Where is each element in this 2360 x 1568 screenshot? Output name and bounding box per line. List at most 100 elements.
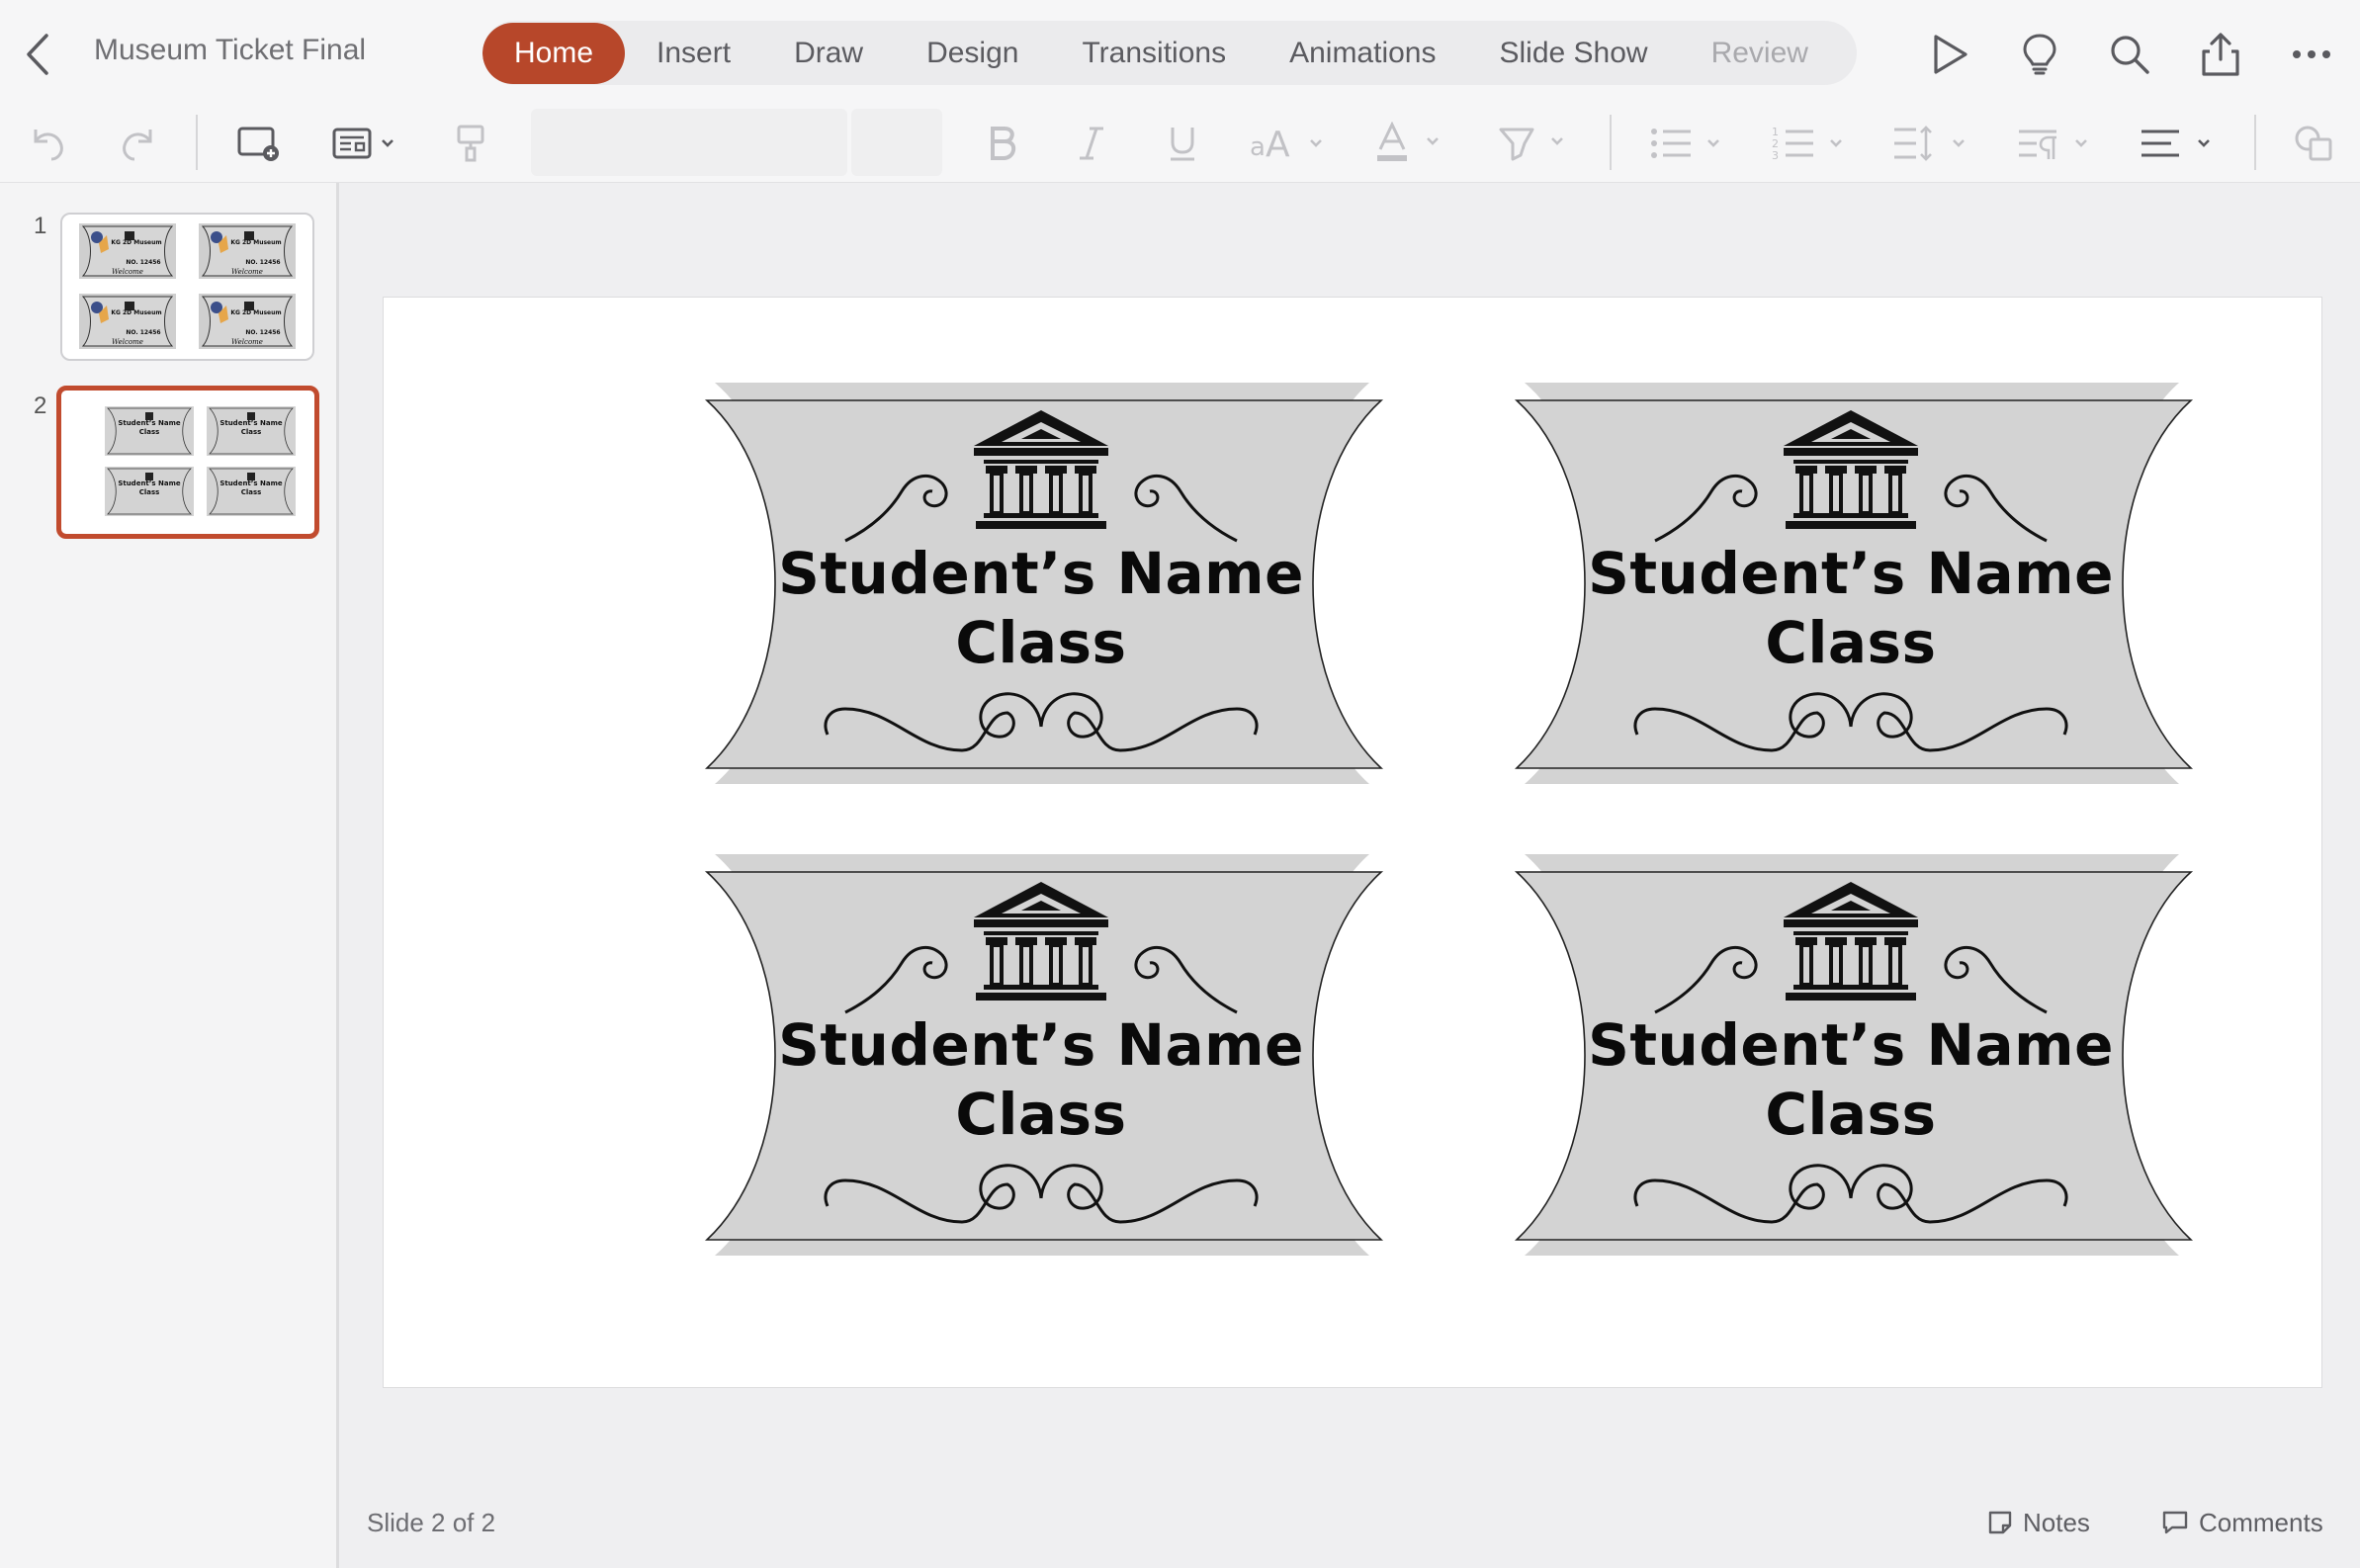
thumb1-number-text: NO. 12456: [126, 259, 160, 266]
chevron-left-icon: [27, 34, 48, 75]
class-text[interactable]: Class: [689, 1080, 1393, 1149]
numbering-button[interactable]: 123: [1772, 117, 1847, 170]
underline-button[interactable]: [1159, 117, 1206, 170]
tab-insert[interactable]: Insert: [625, 23, 762, 84]
slide-thumbnail-2[interactable]: Student’s Name Student’s Name Student’s …: [56, 386, 319, 539]
svg-text:3: 3: [1772, 149, 1779, 162]
font-size-icon: aA: [1250, 125, 1322, 163]
back-button[interactable]: [18, 28, 57, 81]
ribbon-divider: [1610, 115, 1612, 170]
slide-2-preview: Student’s Name Student’s Name Student’s …: [104, 405, 297, 517]
search-button[interactable]: [2100, 25, 2159, 84]
ticket-4[interactable]: Student’s Name Class: [1499, 854, 2203, 1256]
thumb2-name-text: Student’s Name: [219, 479, 283, 487]
italic-button[interactable]: [1068, 117, 1115, 170]
tab-slide-show[interactable]: Slide Show: [1467, 23, 1679, 84]
class-text[interactable]: Class: [1499, 1080, 2203, 1149]
thumb2-name-text: Student’s Name: [118, 419, 181, 427]
more-icon: [2293, 50, 2330, 58]
comment-icon: [2162, 1511, 2188, 1534]
redo-button[interactable]: [113, 117, 164, 170]
thumb2-name-text: Student’s Name: [219, 419, 283, 427]
play-icon: [1934, 35, 1967, 74]
top-bar: Museum Ticket Final Home Insert Draw Des…: [0, 0, 2360, 105]
thumb2-name-text: Student’s Name: [118, 479, 181, 487]
slide-1-preview: KG 2D Museum KG 2D Museum KG 2D Museum K…: [78, 222, 297, 350]
layout-icon: [332, 128, 393, 159]
italic-icon: [1080, 127, 1103, 160]
notes-icon: [1988, 1511, 2012, 1534]
align-button[interactable]: [2140, 117, 2219, 170]
line-spacing-button[interactable]: [1892, 117, 1971, 170]
bullets-icon: [1651, 129, 1719, 158]
svg-text:A: A: [1266, 125, 1290, 163]
thumb1-museum-text: KG 2D Museum: [111, 309, 161, 316]
thumbnail-number: 2: [34, 392, 47, 419]
ribbon-divider: [2254, 115, 2256, 170]
highlight-button[interactable]: [1497, 117, 1572, 170]
undo-icon: [34, 130, 63, 161]
slide-canvas[interactable]: Student’s Name Class Student’s Name Clas…: [383, 297, 2322, 1388]
student-name-text[interactable]: Student’s Name: [1499, 539, 2203, 608]
thumb1-number-text: NO. 12456: [245, 259, 280, 266]
font-size-field[interactable]: [851, 109, 942, 176]
line-spacing-icon: [1894, 126, 1965, 161]
document-title[interactable]: Museum Ticket Final: [94, 34, 366, 67]
thumb1-number-text: NO. 12456: [245, 329, 280, 336]
tab-review[interactable]: Review: [1680, 23, 1840, 84]
tab-draw[interactable]: Draw: [762, 23, 895, 84]
notes-button[interactable]: Notes: [1987, 1503, 2090, 1542]
comments-button[interactable]: Comments: [2161, 1503, 2323, 1542]
format-painter-icon: [457, 125, 484, 162]
notes-label: Notes: [2023, 1507, 2090, 1537]
student-name-text[interactable]: Student’s Name: [1499, 1010, 2203, 1080]
bold-icon: [991, 127, 1016, 160]
thumb2-class-text: Class: [241, 488, 262, 496]
highlight-icon: [1499, 128, 1563, 161]
ticket-1[interactable]: Student’s Name Class: [689, 383, 1393, 784]
font-name-field[interactable]: [531, 109, 847, 176]
tab-transitions[interactable]: Transitions: [1050, 23, 1258, 84]
ideas-button[interactable]: [2010, 25, 2069, 84]
new-slide-icon: [237, 127, 279, 161]
thumb1-museum-text: KG 2D Museum: [111, 239, 161, 246]
bold-button[interactable]: [979, 117, 1026, 170]
bullets-button[interactable]: [1649, 117, 1724, 170]
slide-thumbnail-1[interactable]: KG 2D Museum KG 2D Museum KG 2D Museum K…: [60, 213, 314, 361]
slide-thumbnails-panel: 1 KG 2D Museum KG 2D Museum KG 2D Museum: [0, 183, 339, 1568]
numbering-icon: 123: [1772, 126, 1842, 162]
tab-home[interactable]: Home: [482, 22, 626, 84]
layout-button[interactable]: [326, 117, 405, 170]
redo-icon: [123, 130, 152, 161]
font-size-button[interactable]: aA: [1248, 117, 1329, 170]
ribbon-toolbar: aA 123: [0, 105, 2360, 183]
tab-animations[interactable]: Animations: [1258, 23, 1467, 84]
format-painter-button[interactable]: [447, 117, 494, 170]
share-button[interactable]: [2191, 25, 2250, 84]
ribbon-divider: [196, 115, 198, 170]
tab-design[interactable]: Design: [895, 23, 1050, 84]
thumb1-welcome-text: Welcome: [231, 268, 263, 276]
class-text[interactable]: Class: [689, 608, 1393, 677]
thumb1-welcome-text: Welcome: [112, 268, 143, 276]
ticket-2[interactable]: Student’s Name Class: [1499, 383, 2203, 784]
more-button[interactable]: [2282, 25, 2341, 84]
lightbulb-icon: [2023, 34, 2056, 75]
student-name-text[interactable]: Student’s Name: [689, 1010, 1393, 1080]
thumb1-museum-text: KG 2D Museum: [230, 239, 281, 246]
underline-icon: [1171, 128, 1194, 161]
slide-counter: Slide 2 of 2: [367, 1508, 496, 1537]
class-text[interactable]: Class: [1499, 608, 2203, 677]
thumb2-class-text: Class: [139, 488, 160, 496]
shapes-button[interactable]: [2290, 117, 2339, 170]
undo-button[interactable]: [22, 117, 73, 170]
play-button[interactable]: [1920, 25, 1979, 84]
student-name-text[interactable]: Student’s Name: [689, 539, 1393, 608]
ticket-3[interactable]: Student’s Name Class: [689, 854, 1393, 1256]
thumbnail-number: 1: [34, 213, 47, 239]
new-slide-button[interactable]: [233, 117, 285, 170]
paragraph-button[interactable]: [2017, 117, 2096, 170]
font-color-button[interactable]: [1374, 117, 1449, 170]
align-icon: [2141, 130, 2210, 157]
thumb1-welcome-text: Welcome: [112, 338, 143, 346]
